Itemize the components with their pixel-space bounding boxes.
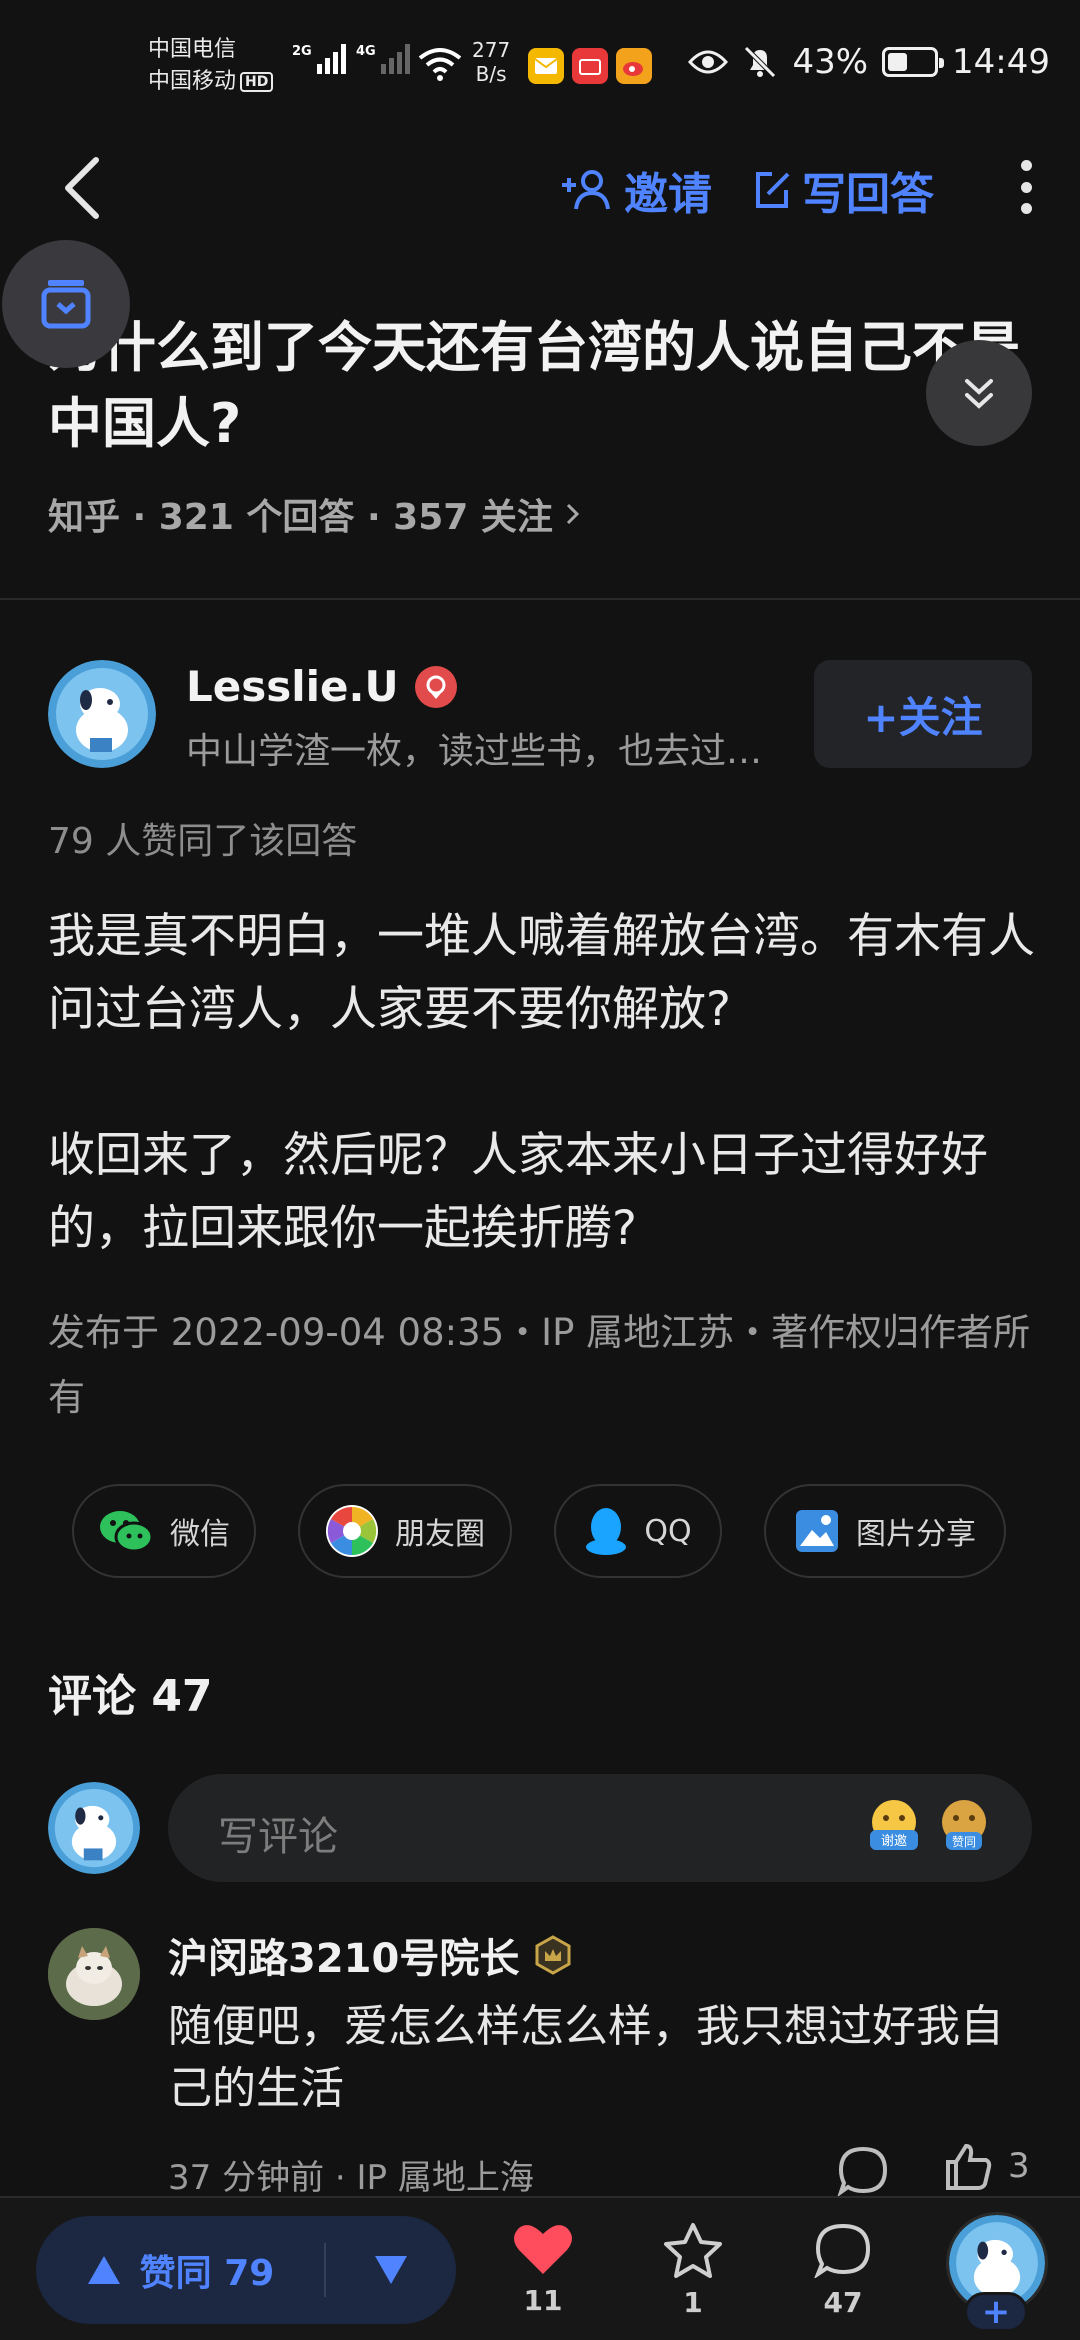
carrier-info: 中国电信 中国移动 HD — [148, 34, 274, 98]
upvote-button[interactable]: 赞同 79 — [36, 2216, 324, 2324]
comment-bubble-icon — [814, 2223, 871, 2278]
comment-reply-icon[interactable] — [836, 2144, 890, 2198]
comment-count: 47 — [823, 2286, 863, 2319]
question-meta[interactable]: 知乎 · 321 个回答 · 357 关注 — [48, 488, 583, 540]
author-avatar[interactable] — [48, 660, 156, 768]
wechat-icon — [100, 1511, 154, 1553]
favorite-button[interactable]: 1 — [648, 2222, 738, 2319]
share-moments-label: 朋友圈 — [395, 1517, 485, 1552]
follow-button[interactable]: +关注 — [814, 660, 1032, 768]
author-name-row[interactable]: Lesslie.U — [186, 662, 457, 711]
signal-2g-icon: 2G — [292, 44, 346, 74]
bottom-bar: 赞同 79 11 1 47 + — [0, 2196, 1080, 2340]
create-plus-button[interactable]: + — [964, 2292, 1028, 2332]
triangle-up-icon — [87, 2256, 120, 2284]
invite-button[interactable]: 邀请 — [560, 158, 712, 222]
author-bio: 中山学渣一枚，读过些书，也去过一些地方 — [186, 731, 786, 772]
question-title[interactable]: 为什么到了今天还有台湾的人说自己不是中国人? — [48, 310, 1038, 462]
heart-icon — [514, 2225, 572, 2274]
battery-fill — [888, 53, 908, 71]
qq-icon — [586, 1508, 627, 1555]
share-moments-button[interactable]: 朋友圈 — [298, 1484, 512, 1578]
write-answer-label: 写回答 — [802, 169, 934, 220]
triangle-down-icon — [375, 2256, 407, 2284]
vote-pill: 赞同 79 — [36, 2216, 456, 2324]
invite-label: 邀请 — [624, 169, 712, 220]
carrier-telecom: 中国电信 — [148, 37, 237, 62]
edit-icon — [756, 172, 790, 208]
comment-input[interactable]: 写评论 谢邀 赞同 — [168, 1774, 1032, 1882]
author-name: Lesslie.U — [186, 662, 399, 711]
share-wechat-button[interactable]: 微信 — [72, 1484, 256, 1578]
favorite-count: 1 — [683, 2286, 703, 2319]
comment-meta: 37 分钟前 · IP 属地上海 — [168, 2158, 534, 2198]
vote-summary: 79 人赞同了该回答 — [48, 821, 358, 862]
comment-text[interactable]: 随便吧，爱怎么样怎么样，我只想过好我自己的生活 — [168, 1996, 1038, 2120]
comments-title: 评论 47 — [48, 1671, 213, 1722]
battery-percent: 43% — [792, 42, 869, 82]
crown-badge-icon — [535, 1935, 571, 1975]
signal-4g-icon: 4G — [356, 44, 410, 74]
moments-icon — [326, 1505, 378, 1557]
answer-paragraph: 我是真不明白，一堆人喊着解放台湾。有木有人问过台湾人，人家要不要你解放? — [48, 909, 1035, 1037]
my-avatar[interactable] — [48, 1782, 140, 1874]
share-image-label: 图片分享 — [856, 1517, 976, 1552]
answer-body[interactable]: 我是真不明白，一堆人喊着解放台湾。有木有人问过台湾人，人家要不要你解放? 收回来… — [48, 900, 1038, 1265]
back-button[interactable] — [56, 152, 116, 224]
wifi-icon — [418, 48, 462, 81]
network-speed: 277 B/s — [472, 38, 511, 86]
question-meta-text: 知乎 · 321 个回答 · 357 关注 — [48, 497, 553, 538]
comment-author-name: 沪闵路3210号院长 — [168, 1936, 520, 1982]
share-image-button[interactable]: 图片分享 — [764, 1484, 1006, 1578]
carrier-mobile: 中国移动 — [148, 69, 237, 94]
hd-badge: HD — [240, 72, 274, 92]
share-wechat-label: 微信 — [170, 1517, 230, 1552]
like-button[interactable]: 11 — [498, 2222, 588, 2317]
status-right: 43% 14:49 — [688, 42, 1050, 82]
downvote-button[interactable] — [326, 2216, 456, 2324]
emoji-agree-button[interactable]: 赞同 — [934, 1796, 994, 1856]
status-bar: 中国电信 中国移动 HD 2G 4G 277 B/s 43% 14:49 — [0, 0, 1080, 130]
divider — [0, 598, 1080, 600]
comment-like-button[interactable]: 3 — [942, 2140, 1030, 2192]
thumbs-up-icon — [946, 2143, 992, 2190]
clock: 14:49 — [952, 42, 1050, 82]
emoji-thanks-invite-label: 谢邀 — [881, 1833, 907, 1849]
huawei-app-icon — [572, 48, 608, 84]
add-person-icon — [562, 170, 610, 210]
mail-app-icon — [528, 48, 564, 84]
comment-like-count: 3 — [1008, 2146, 1030, 2186]
collapse-float-button[interactable] — [926, 340, 1032, 446]
comment-author-avatar[interactable] — [48, 1928, 140, 2020]
mute-bell-icon — [744, 46, 777, 78]
chevron-right-icon — [566, 503, 579, 525]
double-chevron-down-icon — [965, 379, 993, 409]
like-count: 11 — [523, 2284, 563, 2317]
star-icon — [664, 2223, 722, 2278]
emoji-agree-label: 赞同 — [952, 1835, 976, 1849]
share-qq-label: QQ — [644, 1513, 692, 1549]
write-answer-button[interactable]: 写回答 — [752, 158, 934, 222]
comment-input-placeholder: 写评论 — [218, 1814, 338, 1860]
comment-button[interactable]: 47 — [798, 2222, 888, 2319]
comment-author-row[interactable]: 沪闵路3210号院长 — [168, 1926, 573, 1984]
answer-paragraph: 收回来了，然后呢？人家本来小日子过得好好的，拉回来跟你一起挨折腾? — [48, 1128, 988, 1256]
emoji-thanks-invite-button[interactable]: 谢邀 — [864, 1796, 924, 1856]
publish-info: 发布于 2022-09-04 08:35・IP 属地江苏・著作权归作者所有 — [48, 1311, 1031, 1419]
weibo-app-icon — [616, 48, 652, 84]
author-badge-icon — [414, 665, 457, 708]
share-qq-button[interactable]: QQ — [554, 1484, 722, 1578]
eye-icon — [688, 50, 729, 74]
image-share-icon — [796, 1510, 838, 1552]
upvote-label: 赞同 79 — [139, 2253, 275, 2294]
collection-box-icon — [41, 280, 91, 329]
favorites-float-button[interactable] — [2, 240, 130, 368]
battery-icon — [882, 47, 945, 77]
more-options-button[interactable] — [1014, 160, 1038, 214]
